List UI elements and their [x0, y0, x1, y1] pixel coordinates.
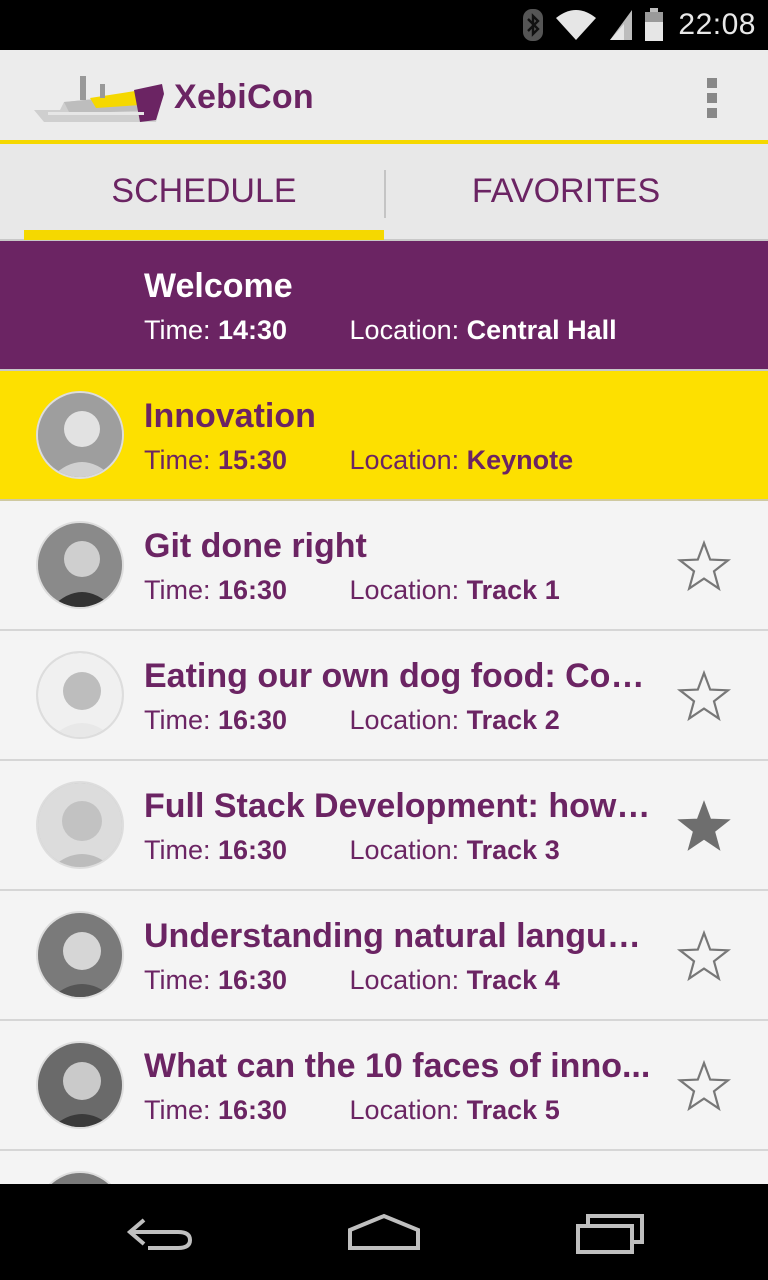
signal-icon	[610, 10, 633, 40]
time-label: Time:	[144, 315, 211, 345]
location-label: Location:	[349, 1095, 460, 1125]
action-bar: XebiCon	[0, 50, 768, 144]
time-label: Time:	[144, 705, 211, 735]
session-row[interactable]: Git done right Time: 16:30 Location: Tra…	[0, 501, 768, 631]
session-title: Full Stack Development: how t...	[144, 787, 654, 825]
overflow-menu-icon[interactable]	[698, 74, 726, 122]
navigation-bar	[0, 1184, 768, 1280]
session-title: What can the 10 faces of inno...	[144, 1047, 651, 1085]
session-meta: Time: 16:30 Location: Track 3	[144, 835, 560, 866]
speaker-avatar	[36, 651, 124, 739]
session-location: Track 3	[466, 835, 560, 865]
session-meta: Time: 14:30 Location: Central Hall	[144, 315, 617, 346]
time-label: Time:	[144, 835, 211, 865]
session-location: Central Hall	[466, 315, 617, 345]
session-meta: Time: 16:30 Location: Track 5	[144, 1095, 560, 1126]
session-location: Track 1	[466, 575, 560, 605]
location-label: Location:	[349, 965, 460, 995]
tab-selected-indicator	[24, 230, 384, 240]
speaker-avatar	[36, 1041, 124, 1129]
session-meta: Time: 16:30 Location: Track 4	[144, 965, 560, 996]
session-row[interactable]: What can the 10 faces of inno... Time: 1…	[0, 1021, 768, 1151]
speaker-avatar	[36, 781, 124, 869]
bluetooth-icon	[523, 9, 544, 41]
location-label: Location:	[349, 835, 460, 865]
tab-bar: SCHEDULE FAVORITES	[0, 144, 768, 241]
speaker-avatar	[36, 521, 124, 609]
session-title: Innovation	[144, 397, 316, 435]
session-title: Eating our own dog food: Con...	[144, 657, 654, 695]
session-list[interactable]: Welcome Time: 14:30 Location: Central Ha…	[0, 241, 768, 1184]
session-time: 15:30	[218, 445, 288, 475]
favorite-star-icon[interactable]	[676, 929, 732, 985]
session-meta: Time: 16:30 Location: Track 1	[144, 575, 560, 606]
session-location: Track 4	[466, 965, 560, 995]
session-time: 16:30	[218, 705, 288, 735]
favorite-star-icon[interactable]	[676, 669, 732, 725]
time-label: Time:	[144, 445, 211, 475]
session-time: 14:30	[218, 315, 288, 345]
speaker-avatar	[36, 1171, 124, 1184]
wifi-icon	[556, 10, 597, 40]
status-bar: 22:08	[0, 0, 768, 50]
session-time: 16:30	[218, 965, 288, 995]
session-location: Track 5	[466, 1095, 560, 1125]
location-label: Location:	[349, 315, 460, 345]
speaker-avatar	[36, 911, 124, 999]
session-row-partial[interactable]	[0, 1151, 768, 1184]
time-label: Time:	[144, 965, 211, 995]
back-icon[interactable]	[120, 1208, 200, 1258]
home-icon[interactable]	[344, 1208, 424, 1258]
session-row[interactable]: Eating our own dog food: Con... Time: 16…	[0, 631, 768, 761]
session-time: 16:30	[218, 835, 288, 865]
session-time: 16:30	[218, 575, 288, 605]
session-title: Git done right	[144, 527, 367, 565]
session-row[interactable]: Understanding natural langua... Time: 16…	[0, 891, 768, 1021]
tab-favorites[interactable]: FAVORITES	[386, 144, 746, 239]
recents-icon[interactable]	[570, 1208, 650, 1258]
session-row[interactable]: Innovation Time: 15:30 Location: Keynote	[0, 371, 768, 501]
location-label: Location:	[349, 575, 460, 605]
session-row[interactable]: Full Stack Development: how t... Time: 1…	[0, 761, 768, 891]
speaker-avatar	[36, 391, 124, 479]
location-label: Location:	[349, 445, 460, 475]
session-title: Understanding natural langua...	[144, 917, 654, 955]
time-label: Time:	[144, 1095, 211, 1125]
session-meta: Time: 15:30 Location: Keynote	[144, 445, 573, 476]
session-meta: Time: 16:30 Location: Track 2	[144, 705, 560, 736]
location-label: Location:	[349, 705, 460, 735]
session-location: Track 2	[466, 705, 560, 735]
favorite-star-icon[interactable]	[676, 1059, 732, 1115]
battery-icon	[645, 8, 664, 41]
ship-logo[interactable]	[30, 64, 170, 132]
tab-favorites-label: FAVORITES	[471, 172, 661, 210]
session-title: Welcome	[144, 267, 293, 305]
session-location: Keynote	[466, 445, 574, 475]
favorite-star-filled-icon[interactable]	[676, 799, 732, 855]
app-title: XebiCon	[174, 78, 314, 116]
session-time: 16:30	[218, 1095, 288, 1125]
status-time: 22:08	[678, 8, 756, 41]
tab-schedule[interactable]: SCHEDULE	[24, 144, 384, 239]
tab-schedule-label: SCHEDULE	[111, 172, 297, 210]
favorite-star-icon[interactable]	[676, 539, 732, 595]
session-row[interactable]: Welcome Time: 14:30 Location: Central Ha…	[0, 241, 768, 371]
time-label: Time:	[144, 575, 211, 605]
